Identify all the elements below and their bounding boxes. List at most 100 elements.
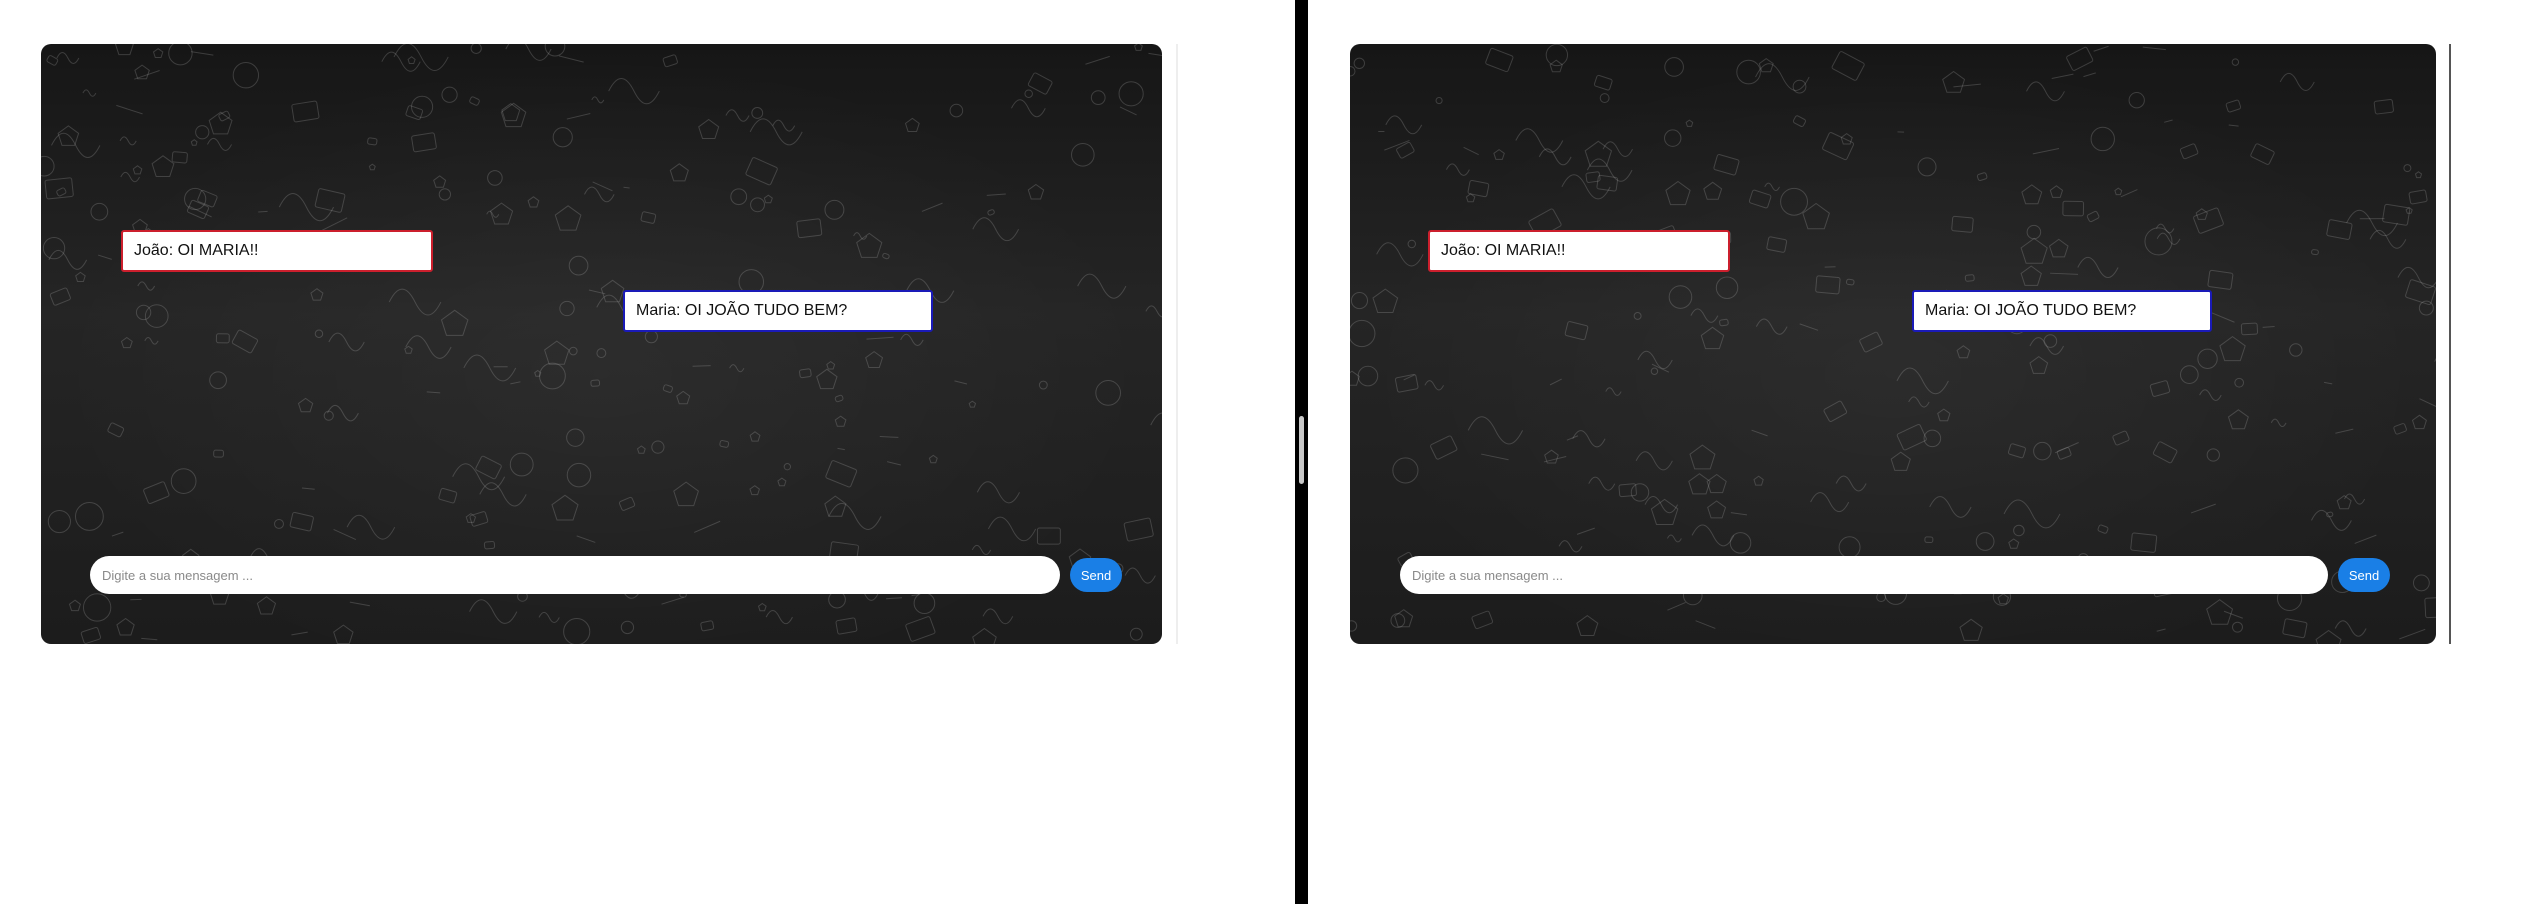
doodle-shape xyxy=(693,520,721,533)
doodle-shape xyxy=(971,544,992,556)
doodle-shape xyxy=(1357,365,1379,387)
doodle-shape xyxy=(258,210,268,213)
doodle-shape xyxy=(2090,126,2115,152)
doodle-shape xyxy=(190,51,214,56)
doodle-shape xyxy=(56,52,80,64)
doodle-shape xyxy=(1664,57,1684,77)
doodle-shape xyxy=(1937,408,1951,422)
doodle-shape xyxy=(411,95,434,118)
doodle-shape xyxy=(1838,536,1861,559)
doodle-shape xyxy=(144,337,159,345)
doodle-shape xyxy=(987,209,995,216)
doodle-shape xyxy=(568,255,589,276)
doodle-shape xyxy=(368,163,376,171)
doodle-shape xyxy=(1755,318,1788,335)
doodle-shape xyxy=(2007,443,2026,459)
doodle-shape xyxy=(2062,200,2085,217)
doodle-shape xyxy=(1736,59,1761,85)
doodle-shape xyxy=(1549,59,1563,73)
doodle-shape xyxy=(559,300,575,317)
doodle-shape xyxy=(1407,239,1417,249)
doodle-shape xyxy=(80,626,102,644)
doodle-shape xyxy=(206,137,233,151)
doodle-shape xyxy=(393,44,449,71)
doodle-shape xyxy=(1890,451,1911,471)
doodle-shape xyxy=(2397,266,2436,289)
doodle-shape xyxy=(1810,492,1850,513)
doodle-shape xyxy=(1372,288,1399,313)
doodle-shape xyxy=(2043,334,2058,348)
doodle-shape xyxy=(501,102,521,122)
doodle-shape xyxy=(1588,476,1616,491)
doodle-shape xyxy=(475,455,502,480)
doodle-shape xyxy=(563,618,591,644)
doodle-shape xyxy=(320,217,348,232)
doodle-shape xyxy=(2323,381,2333,385)
doodle-shape xyxy=(1544,449,1559,464)
doodle-shape xyxy=(2408,189,2428,205)
message-input[interactable] xyxy=(90,556,1060,594)
send-button[interactable]: Send xyxy=(2338,558,2390,592)
doodle-shape xyxy=(1964,274,1975,282)
doodle-shape xyxy=(544,340,570,365)
doodle-shape xyxy=(438,487,458,504)
doodle-shape xyxy=(2066,46,2094,71)
doodle-shape xyxy=(208,111,233,135)
doodle-shape xyxy=(2020,237,2048,264)
doodle-shape xyxy=(1665,180,1691,206)
doodle-shape xyxy=(405,105,424,121)
doodle-shape xyxy=(1688,473,1711,495)
doodle-shape xyxy=(2190,503,2216,514)
doodle-shape xyxy=(757,602,767,612)
doodle-shape xyxy=(1713,154,1740,176)
doodle-shape xyxy=(1953,83,1981,88)
doodle-shape xyxy=(799,368,812,379)
doodle-shape xyxy=(1792,79,1807,94)
doodle-shape xyxy=(120,336,133,349)
doodle-shape xyxy=(1561,174,1611,200)
doodle-shape xyxy=(2086,210,2100,223)
doodle-shape xyxy=(2412,574,2430,592)
resize-handle-icon[interactable] xyxy=(1299,416,1304,484)
doodle-shape xyxy=(134,64,150,80)
doodle-shape xyxy=(2179,143,2199,160)
doodle-shape xyxy=(662,384,673,393)
doodle-shape xyxy=(2373,99,2394,115)
doodle-shape xyxy=(2033,441,2052,461)
doodle-shape xyxy=(2013,524,2025,537)
doodle-shape xyxy=(170,468,197,494)
doodle-shape xyxy=(82,593,112,622)
doodle-shape xyxy=(433,175,447,188)
doodle-shape xyxy=(986,193,1006,196)
doodle-shape xyxy=(1549,378,1562,386)
doodle-shape xyxy=(111,531,124,537)
doodle-shape xyxy=(2289,343,2303,357)
doodle-shape xyxy=(2003,499,2061,529)
doodle-shape xyxy=(900,333,924,346)
doodle-shape xyxy=(97,254,112,260)
doodle-shape xyxy=(730,188,748,206)
doodle-shape xyxy=(972,627,997,644)
doodle-shape xyxy=(440,309,469,336)
doodle-shape xyxy=(1748,189,1772,209)
doodle-shape xyxy=(777,477,787,487)
send-button[interactable]: Send xyxy=(1070,558,1122,592)
doodle-shape xyxy=(2405,206,2413,214)
doodle-shape xyxy=(1730,512,1748,516)
doodle-shape xyxy=(57,125,80,146)
message-input[interactable] xyxy=(1400,556,2328,594)
doodle-shape xyxy=(479,482,527,507)
doodle-shape xyxy=(144,304,169,328)
doodle-shape xyxy=(278,193,334,222)
doodle-shape xyxy=(824,199,845,220)
doodle-shape xyxy=(1599,93,1610,103)
doodle-shape xyxy=(1124,567,1156,584)
doodle-shape xyxy=(2008,538,2020,549)
doodle-shape xyxy=(987,516,1037,542)
doodle-shape xyxy=(289,511,314,532)
doodle-shape xyxy=(1596,174,1619,192)
doodle-shape xyxy=(640,211,657,224)
doodle-shape xyxy=(835,617,858,635)
doodle-shape xyxy=(1024,89,1033,98)
doodle-shape xyxy=(465,512,477,523)
